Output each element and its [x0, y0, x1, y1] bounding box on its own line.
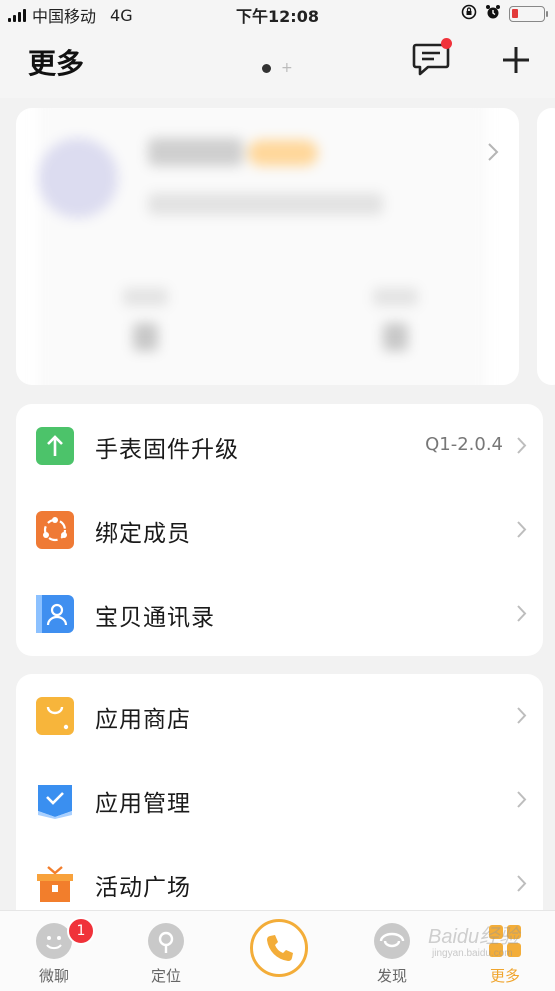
members-icon [36, 511, 74, 549]
watermark: Baidu经验 [428, 926, 520, 948]
menu-item-label: 应用管理 [95, 791, 191, 817]
tab-label: 更多 [489, 967, 520, 985]
blurred-name [148, 138, 243, 166]
chevron-right-icon [487, 142, 499, 166]
menu-item-app-management[interactable]: 应用管理 [16, 758, 543, 842]
blurred-stat-value-1 [133, 323, 158, 351]
chevron-right-icon [516, 706, 527, 729]
tab-label: 定位 [150, 967, 181, 985]
menu-item-label: 绑定成员 [95, 521, 191, 547]
chevron-right-icon [516, 436, 527, 459]
page-indicator: + [262, 60, 293, 76]
tab-location[interactable]: 定位 [126, 923, 206, 986]
profile-card[interactable] [16, 108, 519, 385]
page-dot-active [262, 64, 271, 73]
menu-item-label: 手表固件升级 [95, 437, 239, 463]
blurred-stat-value-2 [383, 323, 408, 351]
unread-badge: 1 [67, 917, 95, 945]
status-right [461, 4, 548, 24]
rotation-lock-icon [461, 4, 477, 24]
blurred-tag [248, 140, 318, 166]
menu-item-label: 应用商店 [95, 707, 191, 733]
shopping-bag-icon [36, 697, 74, 735]
phone-call-icon[interactable] [250, 919, 308, 977]
menu-item-app-store[interactable]: 应用商店 [16, 674, 543, 758]
watermark-url: jingyan.baidu.com [432, 948, 513, 959]
menu-item-firmware-upgrade[interactable]: 手表固件升级 Q1-2.0.4 [16, 404, 543, 488]
chevron-right-icon [516, 520, 527, 543]
menu-item-bind-members[interactable]: 绑定成员 [16, 488, 543, 572]
upload-icon [36, 427, 74, 465]
menu-item-contacts[interactable]: 宝贝通讯录 [16, 572, 543, 656]
notification-dot [441, 38, 452, 49]
tab-label: 微聊 [38, 967, 69, 985]
menu-item-label: 宝贝通讯录 [95, 605, 215, 631]
menu-item-label: 活动广场 [95, 875, 191, 901]
gift-icon [36, 865, 74, 903]
device-menu-card: 手表固件升级 Q1-2.0.4 绑定成员 宝贝通讯录 [16, 404, 543, 656]
blurred-subtitle [148, 193, 383, 215]
blurred-profile-content [38, 108, 486, 385]
chevron-right-icon [516, 874, 527, 897]
plus-icon[interactable] [500, 44, 532, 76]
contacts-icon [36, 595, 74, 633]
chevron-right-icon [516, 790, 527, 813]
blurred-stat-label-2 [373, 288, 418, 306]
avatar-icon [38, 138, 118, 218]
app-manage-icon [36, 781, 74, 819]
page-dot-add: + [281, 60, 293, 76]
alarm-icon [485, 4, 501, 24]
battery-icon [509, 6, 548, 22]
blurred-stat-label-1 [123, 288, 168, 306]
page-header: 更多 + [0, 26, 555, 98]
status-bar: 中国移动 4G 下午12:08 [0, 0, 555, 26]
tab-discover[interactable]: 发现 [352, 923, 432, 986]
page-title: 更多 [28, 47, 85, 80]
app-menu-card: 应用商店 应用管理 活动广场 [16, 674, 543, 934]
firmware-version: Q1-2.0.4 [425, 434, 503, 455]
next-profile-card[interactable] [537, 108, 555, 385]
tab-label: 发现 [376, 967, 407, 985]
location-icon [148, 923, 184, 959]
chevron-right-icon [516, 604, 527, 627]
discover-icon [374, 923, 410, 959]
